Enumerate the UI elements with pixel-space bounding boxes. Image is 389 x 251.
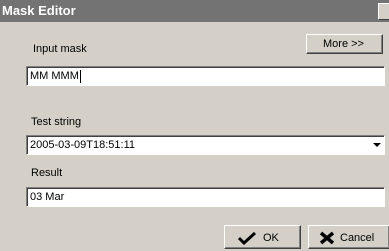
result-label: Result	[31, 167, 63, 179]
cancel-button-label: Cancel	[340, 232, 375, 244]
window-title: Mask Editor	[2, 3, 76, 18]
more-button-label: More >>	[323, 38, 364, 50]
input-mask-label: Input mask	[33, 43, 87, 55]
checkmark-icon	[237, 231, 257, 245]
test-string-value: 2005-03-09T18:51:11	[30, 139, 135, 151]
more-button[interactable]: More >>	[306, 34, 383, 54]
result-value: 03 Mar	[30, 191, 65, 203]
test-string-combobox[interactable]: 2005-03-09T18:51:11	[26, 135, 385, 155]
title-bar[interactable]: Mask Editor	[0, 0, 389, 22]
input-mask-field[interactable]: MM MMM	[26, 66, 385, 86]
cancel-button[interactable]: Cancel	[308, 225, 389, 249]
input-mask-value: MM MMM	[30, 70, 81, 83]
text-caret	[79, 70, 81, 83]
test-string-label: Test string	[31, 116, 82, 128]
window-close-button[interactable]	[378, 3, 389, 20]
close-x-icon	[319, 231, 335, 245]
ok-button-label: OK	[263, 232, 279, 244]
result-field: 03 Mar	[26, 187, 385, 207]
ok-button[interactable]: OK	[224, 225, 301, 249]
dropdown-arrow-icon[interactable]	[373, 143, 381, 147]
